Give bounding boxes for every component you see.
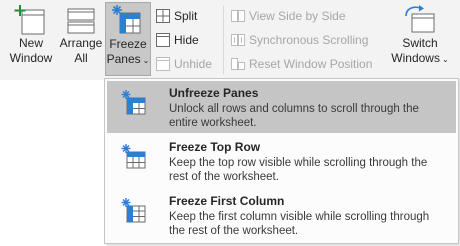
- split-button[interactable]: Split: [156, 6, 197, 26]
- hide-button[interactable]: Hide: [156, 30, 199, 50]
- arrange-all-label-1: Arrange: [59, 36, 103, 50]
- arrange-all-button[interactable]: Arrange All: [58, 2, 104, 76]
- arrange-all-icon: [58, 2, 104, 36]
- unhide-icon: [156, 57, 170, 71]
- reset-window-position-label: Reset Window Position: [249, 57, 373, 71]
- freeze-panes-label-2-text: Panes: [106, 52, 141, 66]
- switch-windows-label-2: Windows ⌄: [386, 51, 454, 67]
- menu-item-description: Keep the top row visible while scrolling…: [169, 157, 428, 183]
- switch-windows-label-1: Switch: [402, 36, 438, 50]
- hide-icon: [156, 33, 170, 47]
- switch-windows-button[interactable]: Switch Windows ⌄: [386, 2, 454, 76]
- freeze-panes-menu: Unfreeze Panes Unlock all rows and colum…: [104, 78, 459, 244]
- freeze-panes-label-1: Freeze: [109, 37, 147, 51]
- menu-item-unfreeze-panes[interactable]: Unfreeze Panes Unlock all rows and colum…: [107, 81, 456, 133]
- view-side-by-side-icon: [231, 9, 245, 23]
- switch-windows-label-2-text: Windows: [391, 51, 440, 65]
- freeze-first-column-icon: [121, 197, 149, 225]
- menu-item-freeze-first-column[interactable]: Freeze First Column Keep the first colum…: [107, 189, 456, 241]
- view-side-by-side-label: View Side by Side: [249, 9, 346, 23]
- menu-item-description: Keep the first column visible while scro…: [169, 211, 430, 237]
- hide-label: Hide: [174, 33, 199, 47]
- synchronous-scrolling-icon: [231, 33, 245, 47]
- menu-item-title: Freeze Top Row: [169, 140, 261, 154]
- new-window-label-1: New: [18, 36, 43, 50]
- menu-item-description: Unlock all rows and columns to scroll th…: [169, 103, 419, 129]
- split-icon: [156, 9, 170, 23]
- unhide-label: Unhide: [174, 57, 213, 71]
- chevron-down-icon: ⌄: [441, 55, 449, 64]
- split-label: Split: [174, 9, 198, 23]
- freeze-top-row-icon: [121, 143, 149, 171]
- synchronous-scrolling-label: Synchronous Scrolling: [249, 33, 369, 47]
- new-window-button[interactable]: New Window: [6, 2, 56, 76]
- freeze-panes-label-2: Panes ⌄: [106, 52, 150, 68]
- menu-item-freeze-top-row[interactable]: Freeze Top Row Keep the top row visible …: [107, 135, 456, 187]
- freeze-panes-icon: [106, 3, 150, 37]
- new-window-label-2: Window: [9, 51, 53, 65]
- arrange-all-label-2: All: [74, 51, 88, 65]
- switch-windows-icon: [386, 2, 454, 36]
- new-window-icon: [6, 2, 56, 36]
- reset-window-position-button[interactable]: Reset Window Position: [231, 54, 372, 74]
- unfreeze-panes-icon: [121, 89, 149, 117]
- view-side-by-side-button[interactable]: View Side by Side: [231, 6, 346, 26]
- freeze-panes-button[interactable]: Freeze Panes ⌄: [105, 2, 151, 76]
- ribbon-separator: [223, 6, 224, 74]
- view-ribbon-window-group: New Window Arrange All Freeze Panes ⌄ Sp…: [0, 0, 460, 80]
- menu-item-title: Unfreeze Panes: [169, 86, 259, 100]
- unhide-button[interactable]: Unhide: [156, 54, 212, 74]
- synchronous-scrolling-button[interactable]: Synchronous Scrolling: [231, 30, 368, 50]
- chevron-down-icon: ⌄: [142, 56, 150, 65]
- reset-window-position-icon: [231, 57, 245, 71]
- menu-item-title: Freeze First Column: [169, 194, 285, 208]
